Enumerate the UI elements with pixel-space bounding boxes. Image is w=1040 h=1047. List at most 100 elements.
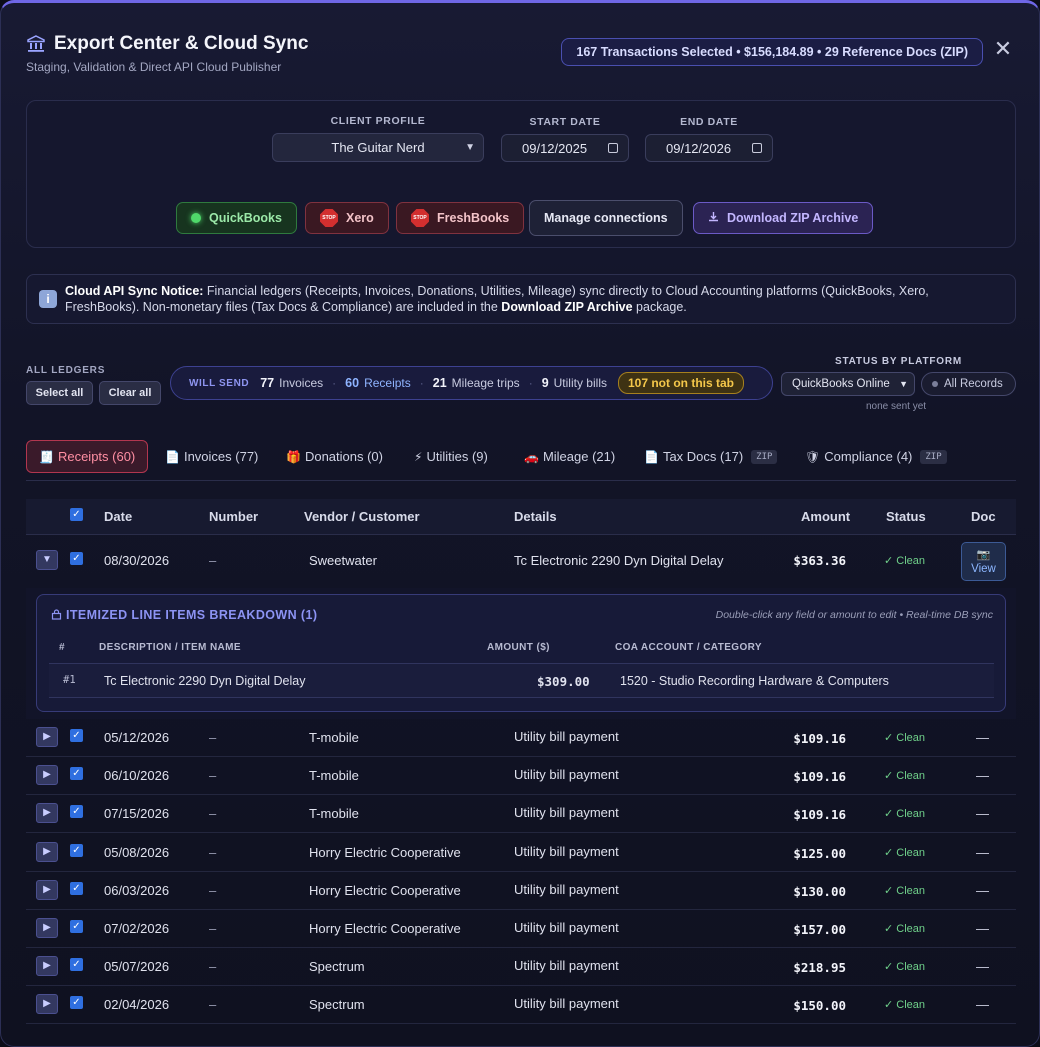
line-item-coa[interactable]: 1520 - Studio Recording Hardware & Compu…	[620, 674, 889, 688]
start-date-input[interactable]: 09/12/2025	[501, 134, 629, 162]
select-all-button[interactable]: Select all	[26, 381, 93, 405]
manage-connections-label: Manage connections	[544, 211, 668, 225]
row-checkbox[interactable]: ✓	[70, 920, 83, 933]
tab-mileage[interactable]: 🚗 Mileage (21)	[524, 440, 615, 473]
expand-row-button[interactable]: ▶	[36, 803, 58, 824]
table-row[interactable]: ▶ ✓ 06/03/2026 – Horry Electric Cooperat…	[26, 872, 1016, 910]
row-checkbox[interactable]: ✓	[70, 881, 83, 895]
row-checkbox[interactable]: ✓	[70, 729, 83, 742]
row-vendor: Spectrum	[309, 997, 365, 1013]
row-vendor: T-mobile	[309, 730, 359, 745]
column-header-amount[interactable]: Amount	[801, 509, 850, 524]
line-item-description[interactable]: Tc Electronic 2290 Dyn Digital Delay	[104, 674, 305, 688]
download-icon	[708, 211, 719, 225]
none-sent-text: none sent yet	[866, 401, 927, 412]
row-details: Utility bill payment	[514, 881, 619, 897]
chevron-down-icon: ▼	[465, 142, 475, 153]
status-by-platform-label: STATUS BY PLATFORM	[835, 356, 962, 367]
row-checkbox[interactable]: ✓	[70, 843, 83, 857]
notice-zip-bold: Download ZIP Archive	[501, 300, 633, 314]
calendar-icon[interactable]	[608, 143, 618, 153]
breakdown-title: ITEMIZED LINE ITEMS BREAKDOWN (1)	[51, 608, 317, 622]
end-date-input[interactable]: 09/12/2026	[645, 134, 773, 162]
shield-icon: 🛡	[805, 449, 821, 464]
client-profile-select[interactable]: The Guitar Nerd ▼	[272, 133, 484, 162]
table-row[interactable]: ▶ ✓ 05/08/2026 – Horry Electric Cooperat…	[26, 834, 1016, 872]
expand-row-button[interactable]: ▶	[36, 879, 58, 900]
table-row[interactable]: ▶ ✓ 07/02/2026 – Horry Electric Cooperat…	[26, 910, 1016, 948]
column-header-status[interactable]: Status	[886, 509, 926, 524]
row-doc-empty: —	[976, 730, 989, 745]
car-icon: 🚗	[524, 449, 539, 464]
line-item-amount[interactable]: $309.00	[537, 674, 590, 689]
tab-utilities[interactable]: ⚡ Utilities (9)	[414, 440, 488, 473]
utility-label: Utility bills	[553, 376, 607, 390]
view-doc-button[interactable]: 📷 View	[961, 542, 1006, 581]
row-vendor: T-mobile	[309, 806, 359, 822]
row-details: Utility bill payment	[514, 996, 619, 1012]
row-checkbox[interactable]: ✓	[70, 805, 83, 819]
expand-row-button[interactable]: ▶	[36, 727, 58, 747]
column-header-date[interactable]: Date	[104, 509, 132, 524]
tab-compliance[interactable]: 🛡 Compliance (4) ZIP	[805, 440, 947, 473]
line-items-container: ITEMIZED LINE ITEMS BREAKDOWN (1) Double…	[26, 588, 1016, 719]
all-records-filter[interactable]: All Records	[921, 372, 1016, 396]
expand-row-button[interactable]: ▶	[36, 918, 58, 938]
row-number: –	[209, 806, 217, 822]
expand-row-button[interactable]: ▶	[36, 841, 58, 862]
row-date: 06/10/2026	[104, 768, 170, 784]
column-header-details[interactable]: Details	[514, 509, 557, 524]
all-records-label: All Records	[944, 378, 1003, 390]
tab-tax-docs[interactable]: 📄 Tax Docs (17) ZIP	[644, 440, 778, 473]
row-number: –	[209, 882, 217, 898]
row-checkbox[interactable]: ✓	[70, 996, 83, 1010]
stop-sign-icon: STOP	[320, 209, 338, 227]
row-checkbox[interactable]: ✓	[70, 767, 83, 781]
select-all-checkbox[interactable]: ✓	[70, 508, 83, 521]
manage-connections-button[interactable]: Manage connections	[529, 200, 683, 236]
will-send-label: WILL SEND	[189, 377, 250, 389]
close-button[interactable]: ✕	[992, 38, 1014, 61]
expand-row-button[interactable]: ▶	[36, 765, 58, 786]
tab-label: Invoices (77)	[183, 449, 259, 464]
row-date: 06/03/2026	[104, 882, 170, 898]
platform-select[interactable]: QuickBooks Online ▼	[781, 372, 915, 396]
line-item-row[interactable]: #1 Tc Electronic 2290 Dyn Digital Delay …	[49, 664, 994, 698]
tab-donations[interactable]: 🎁 Donations (0)	[286, 440, 383, 473]
row-details: Utility bill payment	[514, 958, 619, 974]
table-row[interactable]: ▶ ✓ 02/04/2026 – Spectrum Utility bill p…	[26, 986, 1016, 1025]
row-status-badge: ✓ Clean	[884, 923, 926, 935]
tab-invoices[interactable]: 📄 Invoices (77)	[165, 440, 258, 473]
table-row[interactable]: ▶ ✓ 07/15/2026 – T-mobile Utility bill p…	[26, 795, 1016, 834]
filter-panel: CLIENT PROFILE The Guitar Nerd ▼ START D…	[26, 100, 1016, 248]
row-details: Utility bill payment	[514, 729, 619, 744]
quickbooks-connection-button[interactable]: QuickBooks	[176, 202, 297, 234]
row-number: –	[209, 959, 217, 975]
separator: ·	[419, 376, 424, 390]
calendar-icon[interactable]	[752, 143, 762, 153]
line-item-number: #1	[63, 674, 76, 686]
expand-row-button[interactable]: ▶	[36, 994, 58, 1015]
row-checkbox[interactable]: ✓	[70, 958, 83, 972]
mileage-count: 21	[432, 376, 447, 390]
row-vendor: Sweetwater	[309, 553, 377, 568]
stop-sign-icon: STOP	[411, 209, 429, 227]
table-row-expanded[interactable]: ▼ ✓ 08/30/2026 – Sweetwater Tc Electroni…	[26, 536, 1016, 588]
table-row[interactable]: ▶ ✓ 05/07/2026 – Spectrum Utility bill p…	[26, 948, 1016, 987]
clear-all-button[interactable]: Clear all	[99, 381, 161, 405]
freshbooks-connection-button[interactable]: STOP FreshBooks	[396, 202, 525, 234]
row-date: 08/30/2026	[104, 553, 170, 568]
row-checkbox[interactable]: ✓	[70, 552, 83, 565]
collapse-row-button[interactable]: ▼	[36, 550, 58, 570]
xero-connection-button[interactable]: STOP Xero	[305, 202, 389, 234]
document-icon: 📄	[644, 449, 659, 464]
column-header-vendor[interactable]: Vendor / Customer	[304, 509, 420, 524]
column-header-number[interactable]: Number	[209, 509, 258, 524]
table-row[interactable]: ▶ ✓ 05/12/2026 – T-mobile Utility bill p…	[26, 719, 1016, 757]
breakdown-col-amount: AMOUNT ($)	[487, 642, 550, 653]
tab-receipts[interactable]: 🧾 Receipts (60)	[26, 440, 149, 473]
row-number: –	[209, 768, 217, 784]
expand-row-button[interactable]: ▶	[36, 956, 58, 977]
download-zip-button[interactable]: Download ZIP Archive	[693, 202, 874, 234]
table-row[interactable]: ▶ ✓ 06/10/2026 – T-mobile Utility bill p…	[26, 757, 1016, 796]
